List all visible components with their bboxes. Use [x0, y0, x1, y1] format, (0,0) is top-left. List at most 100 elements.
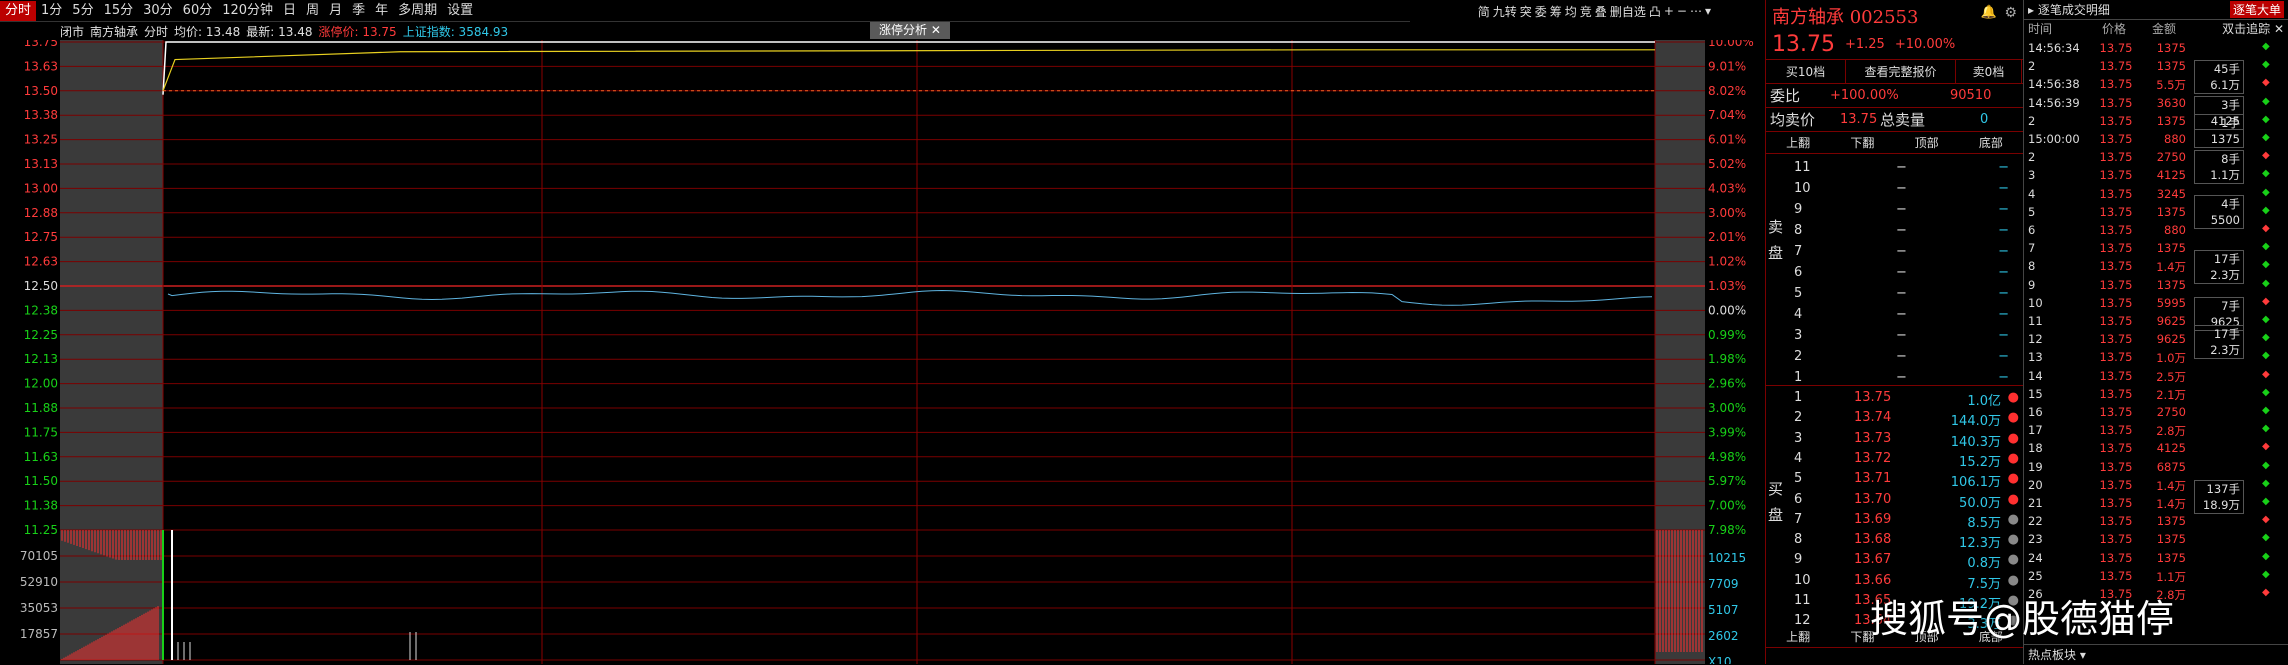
- trade-row: 17 13.75 2.8万: [2028, 423, 2283, 439]
- period-tab-5[interactable]: 60分: [178, 1, 218, 21]
- trade-time: 11: [2028, 314, 2043, 328]
- buy-row[interactable]: 7 13.69 8.5万 ●: [1794, 512, 2020, 531]
- period-tab-9[interactable]: 月: [324, 1, 347, 21]
- sell-row[interactable]: 8 − −: [1794, 223, 2014, 238]
- period-tab-12[interactable]: 多周期: [393, 1, 442, 21]
- sell-row[interactable]: 11 − −: [1794, 160, 2014, 175]
- period-tab-0[interactable]: 分时: [0, 0, 37, 21]
- period-tab-7[interactable]: 日: [278, 1, 301, 21]
- aggregate-box: 137手 18.9万: [2194, 480, 2244, 514]
- buy-row[interactable]: 5 13.71 106.1万 ●: [1794, 471, 2020, 490]
- track-label[interactable]: 双击追踪 ✕: [2188, 20, 2284, 38]
- period-tab-6[interactable]: 120分钟: [217, 1, 278, 21]
- sell-row[interactable]: 7 − −: [1794, 244, 2014, 259]
- sell-row[interactable]: 1 − −: [1794, 370, 2014, 385]
- trade-amount: 1.4万: [2156, 497, 2186, 511]
- agg-lots: 3手: [2221, 98, 2240, 112]
- trades-col-header: 时间 价格 金额 双击追踪 ✕: [2024, 20, 2288, 38]
- pct-tick: 7.04%: [1708, 108, 1746, 122]
- tool-5[interactable]: 均: [1565, 3, 1577, 20]
- price-tick: 11.75: [24, 425, 58, 439]
- sell0-button[interactable]: 卖0档: [1956, 60, 2022, 83]
- tool-8[interactable]: 删自选: [1610, 3, 1646, 20]
- buy10-button[interactable]: 买10档: [1766, 60, 1846, 83]
- col-0: 时间: [2028, 22, 2053, 36]
- tool-7[interactable]: 叠: [1595, 3, 1607, 20]
- hot-sector-footer[interactable]: 热点板块 ▾: [2024, 644, 2288, 664]
- price-tick: 12.75: [24, 230, 58, 244]
- sell-row[interactable]: 3 − −: [1794, 328, 2014, 343]
- nav-2[interactable]: 顶部: [1895, 132, 1959, 153]
- tool-1[interactable]: 九转: [1493, 3, 1517, 20]
- tool-9[interactable]: 凸: [1649, 3, 1661, 20]
- intraday-chart[interactable]: 13.75 13.63 13.50 13.38 13.25 13.13 13.00 12.88…: [0, 40, 1755, 664]
- trade-amount: 1.0万: [2156, 351, 2186, 366]
- sell-level: 1: [1794, 370, 1803, 385]
- buy-row[interactable]: 6 13.70 50.0万 ●: [1794, 492, 2020, 511]
- tool-13[interactable]: ▾: [1705, 4, 1711, 18]
- tool-3[interactable]: 委: [1535, 3, 1547, 20]
- buy-price: 13.75: [1854, 390, 1892, 405]
- trades-title[interactable]: ▸ 逐笔成交明细: [2028, 1, 2230, 18]
- trade-time: 23: [2028, 532, 2043, 547]
- sell-row[interactable]: 5 − −: [1794, 286, 2014, 301]
- trade-amount: 6875: [2156, 459, 2186, 474]
- trade-amount: 4125: [2156, 441, 2186, 456]
- bell-icon[interactable]: 🔔: [1981, 5, 1997, 20]
- period-tab-11[interactable]: 年: [370, 1, 393, 21]
- buy-row[interactable]: 4 13.72 15.2万 ●: [1794, 451, 2020, 470]
- period-tab-4[interactable]: 30分: [138, 1, 178, 21]
- trade-row: 18 13.75 4125: [2028, 441, 2283, 455]
- sell-row[interactable]: 6 − −: [1794, 265, 2014, 280]
- trade-row: 15 13.75 2.1万: [2028, 387, 2283, 403]
- buy-row[interactable]: 3 13.73 140.3万 ●: [1794, 431, 2020, 450]
- period-tab-1[interactable]: 1分: [36, 1, 67, 21]
- trade-amount: 1375: [2156, 550, 2186, 565]
- price-tick: 13.38: [24, 108, 58, 122]
- tool-2[interactable]: 突: [1520, 3, 1532, 20]
- trade-row: 7 13.75 1375: [2028, 241, 2283, 255]
- buy-dot: ●: [2007, 491, 2019, 507]
- agg-lots: 17手: [2213, 252, 2240, 266]
- trade-time: 7: [2028, 241, 2036, 256]
- buy-row[interactable]: 8 13.68 12.3万 ●: [1794, 532, 2020, 551]
- nav-0[interactable]: 上翻: [1766, 132, 1830, 153]
- buy-dot: ●: [2007, 390, 2019, 405]
- period-tab-13[interactable]: 设置: [442, 1, 478, 21]
- trade-time: 24: [2028, 550, 2043, 565]
- sell-row[interactable]: 10 − −: [1794, 181, 2014, 196]
- nav-3[interactable]: 底部: [1959, 132, 2023, 153]
- tool-12[interactable]: ⋯: [1690, 4, 1702, 18]
- latest-price: 最新: 13.48: [246, 24, 313, 39]
- weibi-label: 委比: [1770, 87, 1801, 105]
- tool-0[interactable]: 简: [1478, 3, 1490, 20]
- tool-11[interactable]: −: [1677, 4, 1687, 18]
- buy-row[interactable]: 2 13.74 144.0万 ●: [1794, 410, 2020, 429]
- nav-1[interactable]: 下翻: [1830, 132, 1894, 153]
- buy-level: 4: [1794, 450, 1803, 466]
- trade-amount: 880: [2164, 132, 2186, 146]
- buy-level: 7: [1794, 511, 1803, 527]
- period-tab-10[interactable]: 季: [347, 1, 370, 21]
- pct-tick: 8.02%: [1708, 84, 1746, 98]
- gear-icon[interactable]: ⚙: [2004, 5, 2017, 21]
- limit-up-analysis-popup[interactable]: 涨停分析 ✕: [870, 22, 950, 39]
- period-tab-3[interactable]: 15分: [99, 1, 139, 21]
- tool-6[interactable]: 竞: [1580, 3, 1592, 20]
- sell-vol: −: [1998, 370, 2009, 385]
- agg-lots: 137手: [2206, 482, 2240, 496]
- buy-level: 9: [1794, 552, 1803, 568]
- full-quote-button[interactable]: 查看完整报价: [1846, 60, 1956, 83]
- tool-4[interactable]: 筹: [1550, 3, 1562, 20]
- tool-10[interactable]: +: [1664, 4, 1674, 18]
- sell-row[interactable]: 4 − −: [1794, 307, 2014, 322]
- period-tab-2[interactable]: 5分: [67, 1, 98, 21]
- sell-vol: −: [1998, 349, 2009, 364]
- sell-row[interactable]: 2 − −: [1794, 349, 2014, 364]
- buy-row[interactable]: 9 13.67 0.8万 ●: [1794, 552, 2020, 571]
- buy-row[interactable]: 1 13.75 1.0亿 ●: [1794, 390, 2020, 409]
- big-order-tab[interactable]: 逐笔大单: [2229, 1, 2284, 18]
- trade-price: 13.75: [2099, 77, 2133, 92]
- sell-row[interactable]: 9 − −: [1794, 202, 2014, 217]
- period-tab-8[interactable]: 周: [301, 1, 324, 21]
